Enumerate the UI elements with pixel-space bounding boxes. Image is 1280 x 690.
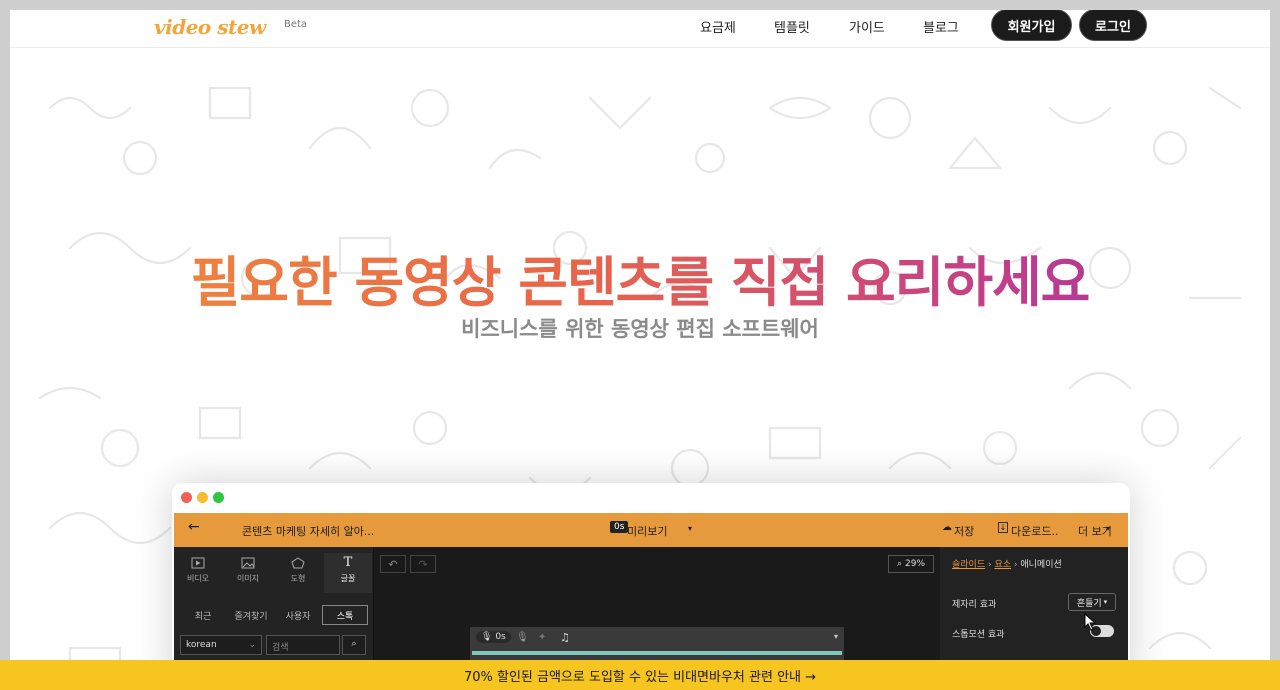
voucher-announcement-banner[interactable]: 70% 할인된 금액으로 도입할 수 있는 비대면바우처 관련 안내 → [0, 660, 1280, 690]
download-icon: ↓ [998, 522, 1008, 533]
tool-video[interactable]: 비디오 [174, 553, 222, 593]
effect-dropdown[interactable]: 흔들기 ▾ [1068, 593, 1116, 611]
zoom-level: 29% [905, 559, 926, 569]
nav-blog[interactable]: 블로그 [923, 17, 959, 36]
sparkle-icon[interactable]: ✦ [538, 632, 546, 643]
font-language-select[interactable]: korean ⌄ [180, 635, 262, 655]
nav-guide[interactable]: 가이드 [849, 17, 885, 36]
breadcrumb-animation: 애니메이션 [1020, 560, 1062, 570]
download-button[interactable]: 다운로드.. [1011, 523, 1058, 539]
microphone-icon[interactable]: 🎙 [516, 632, 529, 643]
project-title[interactable]: 콘텐츠 마케팅 자세히 알아... [242, 523, 374, 539]
signup-button[interactable]: 회원가입 [991, 10, 1072, 41]
font-search-input[interactable]: 검색 [266, 635, 340, 655]
login-button[interactable]: 로그인 [1079, 10, 1147, 41]
editor-preview-window: ← 콘텐츠 마케팅 자세히 알아... 0s 미리보기 ▾ ☁ 저장 ↓ 다운로… [172, 483, 1130, 690]
video-icon [191, 557, 205, 569]
subtab-recent[interactable]: 최근 [180, 605, 226, 625]
zoom-control[interactable]: ⌕ 29% [888, 555, 934, 573]
pentagon-icon [291, 557, 305, 569]
breadcrumb: 슬라이드 › 요소 › 애니메이션 [952, 560, 1062, 570]
save-button[interactable]: 저장 [954, 523, 974, 539]
hero-title: 필요한 동영상 콘텐츠를 직접 요리하세요 [10, 238, 1270, 317]
window-minimize-dot [197, 492, 208, 503]
music-note-icon[interactable]: ♫ [560, 631, 570, 644]
nav-templates[interactable]: 템플릿 [774, 17, 810, 36]
effect-label: 제자리 효과 [952, 600, 997, 610]
video-stew-logo[interactable]: video stew [154, 15, 266, 39]
search-icon[interactable]: ⌕ [342, 635, 366, 655]
hero-subtitle: 비즈니스를 위한 동영상 편집 소프트웨어 [461, 317, 819, 341]
top-navbar: video stew Beta 요금제 템플릿 가이드 블로그 회원가입 로그인 [10, 10, 1270, 48]
window-maximize-dot [213, 492, 224, 503]
timeline-time-chip[interactable]: 🎙 0s [476, 631, 511, 643]
mouse-cursor-icon [1084, 613, 1097, 631]
breadcrumb-element[interactable]: 요소 [994, 560, 1011, 570]
preview-button[interactable]: 미리보기 [627, 523, 667, 539]
tool-shape[interactable]: 도형 [274, 553, 322, 593]
zoom-search-icon: ⌕ [896, 559, 903, 569]
tool-image[interactable]: 이미지 [224, 553, 272, 593]
stopmotion-label: 스톱모션 효과 [952, 630, 1005, 640]
page-frame: video stew Beta 요금제 템플릿 가이드 블로그 회원가입 로그인… [10, 10, 1270, 690]
subtab-stock[interactable]: 스톡 [322, 605, 368, 625]
image-icon [241, 557, 255, 569]
subtab-favorites[interactable]: 즐겨찾기 [228, 605, 274, 625]
text-t-icon: T [343, 555, 353, 570]
preview-dropdown-icon[interactable]: ▾ [688, 524, 692, 533]
nav-pricing[interactable]: 요금제 [700, 17, 736, 36]
window-close-dot [181, 492, 192, 503]
timeline-track[interactable] [472, 651, 842, 655]
more-dropdown-icon[interactable]: ▾ [1106, 524, 1110, 533]
back-arrow-icon[interactable]: ← [188, 519, 200, 535]
breadcrumb-slide[interactable]: 슬라이드 [952, 560, 985, 570]
editor-toolbar: ← 콘텐츠 마케팅 자세히 알아... 0s 미리보기 ▾ ☁ 저장 ↓ 다운로… [174, 513, 1128, 547]
preview-time-badge: 0s [610, 521, 629, 533]
beta-tag: Beta [284, 19, 308, 30]
cloud-save-icon: ☁ [942, 522, 952, 533]
timeline-dropdown-icon[interactable]: ▾ [834, 632, 838, 641]
redo-icon[interactable]: ↷ [410, 555, 436, 573]
subtab-user[interactable]: 사용자 [276, 605, 320, 625]
tool-font[interactable]: T 글꼴 [324, 553, 372, 593]
mic-icon: 🎙 [481, 632, 493, 642]
undo-icon[interactable]: ↶ [380, 555, 406, 573]
